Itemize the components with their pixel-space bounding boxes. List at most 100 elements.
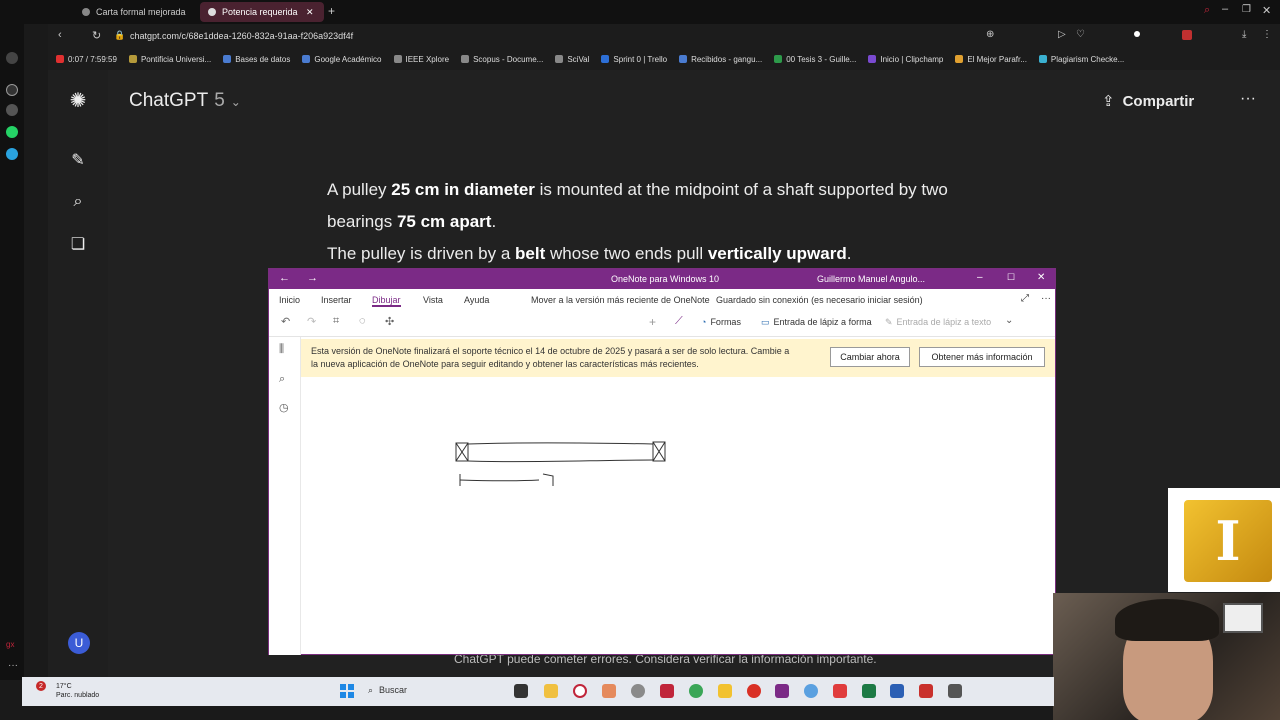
zoom-icon[interactable]: ⊕ — [986, 29, 994, 40]
bookmark-item[interactable]: SciVal — [555, 55, 589, 64]
extension-icon[interactable] — [1182, 30, 1192, 40]
tab-dibujar[interactable]: Dibujar — [372, 295, 401, 307]
bookmark-item[interactable]: Plagiarism Checke... — [1038, 55, 1124, 64]
search-icon[interactable]: ⌕ — [68, 192, 88, 212]
maximize-icon[interactable]: ☐ — [1007, 272, 1015, 283]
weather-widget[interactable]: 17°C Parc. nublado — [56, 682, 99, 700]
tab-insertar[interactable]: Insertar — [321, 295, 352, 305]
url-field[interactable]: chatgpt.com/c/68e1ddea-1260-832a-91aa-f2… — [130, 31, 353, 41]
recent-icon[interactable]: ◷ — [279, 401, 289, 414]
tab-inicio[interactable]: Inicio — [279, 295, 300, 305]
aria-icon[interactable] — [6, 52, 18, 64]
play-icon[interactable]: ▷ — [1058, 29, 1066, 40]
bookmark-item[interactable]: Sprint 0 | Trello — [601, 55, 667, 64]
more-info-button[interactable]: Obtener más información — [919, 347, 1045, 367]
shapes-button[interactable]: ◔ Formas — [701, 317, 741, 327]
onenote-titlebar: ← → OneNote para Windows 10 Guillermo Ma… — [269, 269, 1055, 289]
chrome-icon[interactable] — [689, 684, 703, 698]
back-icon[interactable]: ‹ — [58, 29, 62, 41]
bookmark-icon — [128, 55, 137, 63]
gx-icon[interactable]: gx — [6, 640, 14, 649]
ink-to-text-button[interactable]: ✎ Entrada de lápiz a texto — [885, 317, 991, 328]
minimize-icon[interactable]: – — [977, 272, 983, 283]
bookmark-icon — [393, 55, 402, 63]
telegram-icon[interactable] — [6, 148, 18, 160]
ink-sketch[interactable] — [449, 434, 679, 504]
chevron-down-icon[interactable]: ⌄ — [1005, 315, 1013, 326]
new-tab-icon[interactable]: + — [328, 4, 335, 18]
switch-now-button[interactable]: Cambiar ahora — [830, 347, 910, 367]
eraser-icon[interactable]: ◌ — [359, 315, 366, 327]
mcafee-icon[interactable] — [660, 684, 674, 698]
acrobat-icon[interactable] — [833, 684, 847, 698]
tab-potencia[interactable]: Potencia requerida a ✕ — [200, 2, 324, 22]
bookmark-item[interactable]: Pontificia Universi... — [128, 55, 211, 64]
record-icon[interactable] — [1134, 31, 1140, 37]
pdf-icon[interactable] — [919, 684, 933, 698]
chatgpt-side-icon[interactable] — [6, 104, 18, 116]
back-icon[interactable]: ← — [279, 272, 290, 284]
maximize-icon[interactable]: ❐ — [1242, 4, 1251, 15]
app-i-icon[interactable] — [718, 684, 732, 698]
download-icon[interactable]: ⤓ — [1242, 29, 1246, 40]
minimize-icon[interactable]: – — [1222, 3, 1228, 15]
avatar[interactable]: U — [68, 632, 90, 654]
start-icon[interactable] — [340, 684, 354, 698]
library-icon[interactable]: ❏ — [68, 234, 88, 254]
paint-icon[interactable] — [602, 684, 616, 698]
settings-icon[interactable] — [631, 684, 645, 698]
openai-logo-icon[interactable]: ✺ — [68, 90, 88, 112]
excel-icon[interactable] — [862, 684, 876, 698]
bookmark-item[interactable]: Google Académico — [302, 55, 382, 64]
opera-icon[interactable] — [573, 684, 587, 698]
reload-icon[interactable]: ↻ — [92, 29, 101, 42]
space-icon[interactable]: ✣ — [385, 315, 394, 328]
app-circle-icon[interactable] — [804, 684, 818, 698]
user-name[interactable]: Guillermo Manuel Angulo... — [817, 274, 925, 284]
search-tabs-icon[interactable]: ⌕ — [1204, 4, 1210, 17]
close-icon[interactable]: ✕ — [1037, 272, 1045, 283]
share-button[interactable]: ⇪ Compartir — [1102, 92, 1194, 111]
word-icon[interactable] — [890, 684, 904, 698]
bookmark-item[interactable]: 0:07 / 7:59:59 — [56, 55, 117, 64]
bookmark-item[interactable]: 00 Tesis 3 - Guille... — [774, 55, 856, 64]
more-icon[interactable]: ··· — [1041, 293, 1051, 304]
new-chat-icon[interactable]: ✎ — [68, 150, 88, 170]
bookmark-item[interactable]: IEEE Xplore — [393, 55, 449, 64]
tab-ayuda[interactable]: Ayuda — [464, 295, 489, 305]
onenote-icon[interactable] — [775, 684, 789, 698]
upgrade-link[interactable]: Mover a la versión más reciente de OneNo… — [531, 295, 710, 305]
share-icon[interactable]: ⤢ — [1021, 293, 1029, 304]
whatsapp-icon[interactable] — [6, 126, 18, 138]
ruler-icon[interactable]: ⟋ — [675, 315, 683, 328]
bookmark-item[interactable]: Inicio | Clipchamp — [868, 55, 943, 64]
taskbar-search[interactable]: ⌕ Buscar — [368, 685, 407, 696]
menu-icon[interactable]: ⋮ — [1262, 29, 1272, 40]
more-icon[interactable]: ··· — [8, 660, 18, 671]
add-pen-icon[interactable]: + — [649, 315, 656, 329]
favorite-icon[interactable]: ♡ — [1076, 29, 1085, 40]
bookmark-item[interactable]: Scopus - Docume... — [461, 55, 543, 64]
model-selector[interactable]: ChatGPT 5 ⌄ — [129, 90, 241, 112]
bookmark-icon — [1038, 55, 1047, 63]
notebooks-icon[interactable]: ⫼ — [279, 343, 284, 356]
task-view-icon[interactable] — [514, 684, 528, 698]
recorder-icon[interactable] — [747, 684, 761, 698]
ink-to-shape-button[interactable]: ▭ Entrada de lápiz a forma — [761, 317, 872, 328]
bookmark-item[interactable]: El Mejor Parafr... — [955, 55, 1027, 64]
search-icon[interactable]: ⌕ — [279, 373, 285, 386]
forward-icon[interactable]: → — [307, 272, 318, 284]
bookmark-item[interactable]: Bases de datos — [223, 55, 290, 64]
more-options-icon[interactable]: ··· — [1240, 90, 1256, 108]
home-icon[interactable] — [6, 84, 18, 96]
undo-icon[interactable]: ↶ — [281, 315, 290, 328]
calculator-icon[interactable] — [948, 684, 962, 698]
close-tab-icon[interactable]: ✕ — [306, 7, 314, 18]
redo-icon[interactable]: ↷ — [307, 315, 316, 328]
lasso-icon[interactable]: ⌗ — [333, 315, 339, 328]
close-window-icon[interactable]: ✕ — [1262, 4, 1271, 17]
bookmark-item[interactable]: Recibidos - gangu... — [679, 55, 762, 64]
file-explorer-icon[interactable] — [544, 684, 558, 698]
tab-carta[interactable]: Carta formal mejorada — [74, 2, 198, 22]
tab-vista[interactable]: Vista — [423, 295, 443, 305]
